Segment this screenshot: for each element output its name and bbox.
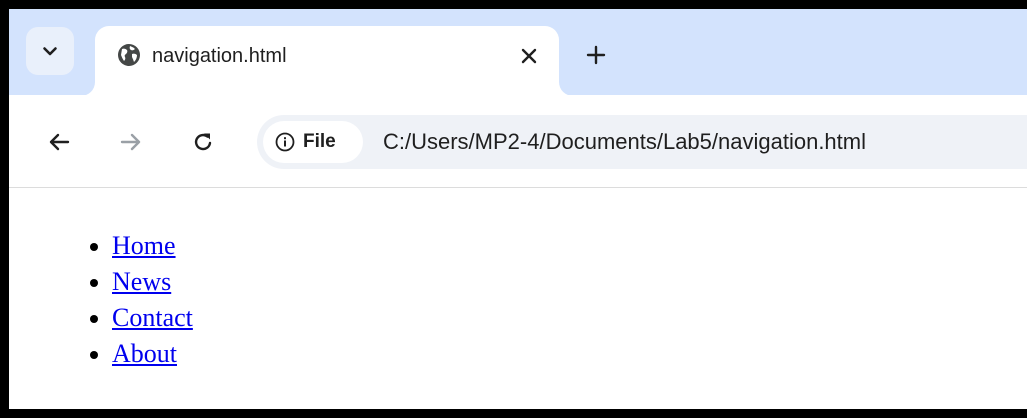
forward-button[interactable] (116, 127, 146, 157)
tab-active[interactable]: navigation.html (95, 26, 559, 96)
reload-icon (194, 133, 212, 151)
site-info-chip[interactable]: File (263, 121, 363, 163)
navigation-list: Home News Contact About (70, 228, 193, 372)
arrow-left-icon (49, 133, 70, 151)
nav-link-contact[interactable]: Contact (112, 303, 193, 332)
close-icon (521, 48, 537, 64)
toolbar: File C:/Users/MP2-4/Documents/Lab5/navig… (9, 95, 1027, 188)
back-button[interactable] (44, 127, 74, 157)
list-item: Contact (112, 300, 193, 336)
tab-search-button[interactable] (26, 27, 74, 75)
url-text[interactable]: C:/Users/MP2-4/Documents/Lab5/navigation… (383, 128, 866, 156)
tab-close-button[interactable] (515, 42, 543, 70)
list-item: News (112, 264, 193, 300)
list-item: About (112, 336, 193, 372)
plus-icon (586, 45, 606, 65)
browser-window: navigation.html File C:/Users/MP2-4/Docu… (9, 9, 1027, 409)
new-tab-button[interactable] (581, 40, 611, 70)
nav-link-news[interactable]: News (112, 267, 171, 296)
address-bar[interactable]: File C:/Users/MP2-4/Documents/Lab5/navig… (257, 115, 1027, 169)
reload-button[interactable] (188, 127, 218, 157)
list-item: Home (112, 228, 193, 264)
nav-link-home[interactable]: Home (112, 231, 176, 260)
tab-title: navigation.html (152, 45, 287, 67)
chevron-down-icon (43, 47, 57, 56)
info-icon (275, 132, 295, 152)
tab-strip: navigation.html (9, 9, 1027, 96)
nav-link-about[interactable]: About (112, 339, 177, 368)
site-info-label: File (303, 131, 336, 152)
arrow-right-icon (120, 133, 141, 151)
page-content: Home News Contact About (9, 188, 1027, 409)
globe-icon (118, 44, 140, 66)
